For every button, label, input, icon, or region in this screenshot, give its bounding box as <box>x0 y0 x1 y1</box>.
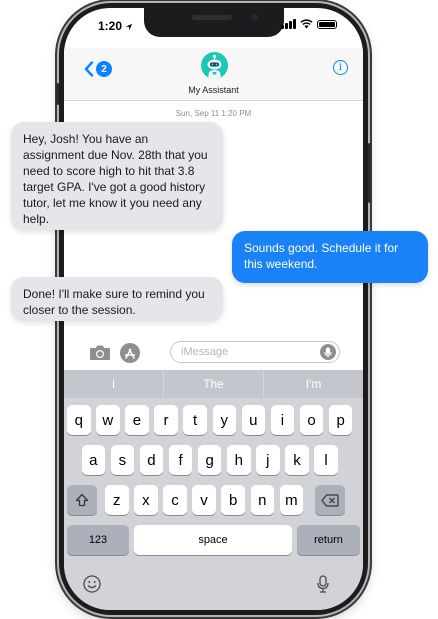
key-b[interactable]: b <box>221 485 245 515</box>
key-s[interactable]: s <box>110 445 135 475</box>
key-z[interactable]: z <box>105 485 129 515</box>
key-k[interactable]: k <box>285 445 309 475</box>
message-input-placeholder: iMessage <box>181 346 229 358</box>
message-bubble-incoming: Done! I'll make sure to remind you close… <box>11 277 223 321</box>
dictation-icon[interactable] <box>317 575 329 593</box>
key-d[interactable]: d <box>139 445 164 475</box>
key-h[interactable]: h <box>227 445 251 475</box>
message-input[interactable]: iMessage <box>170 341 340 363</box>
status-time: 1:20 <box>98 19 133 33</box>
bot-avatar[interactable] <box>201 52 228 79</box>
camera-icon[interactable] <box>89 344 111 361</box>
wifi-icon <box>300 19 313 29</box>
contact-name[interactable]: My Assistant <box>64 85 363 95</box>
battery-icon <box>317 19 337 29</box>
numbers-key[interactable]: 123 <box>67 525 129 555</box>
key-i[interactable]: i <box>270 405 295 435</box>
key-r[interactable]: r <box>154 405 178 435</box>
key-q[interactable]: q <box>67 405 91 435</box>
key-n[interactable]: n <box>250 485 274 515</box>
predictive-bar: I The I'm <box>64 370 363 398</box>
key-l[interactable]: l <box>314 445 338 475</box>
key-f[interactable]: f <box>168 445 193 475</box>
key-a[interactable]: a <box>81 445 105 475</box>
back-chevron-icon <box>84 61 94 77</box>
status-icons <box>281 19 337 29</box>
suggestion-1[interactable]: I <box>64 370 163 398</box>
info-icon[interactable]: i <box>333 60 348 75</box>
signal-icon <box>281 19 296 29</box>
compose-bar: iMessage <box>64 338 363 368</box>
key-m[interactable]: m <box>279 485 304 515</box>
key-p[interactable]: p <box>328 405 353 435</box>
location-arrow-icon <box>126 23 133 31</box>
speaker <box>192 15 232 20</box>
space-key[interactable]: space <box>134 525 292 555</box>
key-v[interactable]: v <box>192 485 216 515</box>
microphone-icon[interactable] <box>320 344 336 360</box>
unread-count-badge: 2 <box>96 61 112 77</box>
key-g[interactable]: g <box>197 445 222 475</box>
status-time-text: 1:20 <box>98 19 123 33</box>
key-c[interactable]: c <box>163 485 187 515</box>
shift-key[interactable] <box>67 485 97 515</box>
keyboard: I The I'm q w e r t y u i o p a s d f g h j k l z x c v b n m 123 s… <box>64 370 363 610</box>
delete-key[interactable] <box>315 485 345 515</box>
key-w[interactable]: w <box>96 405 120 435</box>
app-store-icon[interactable] <box>119 342 141 364</box>
keyboard-bottom-bar <box>64 570 363 598</box>
silent-switch <box>56 83 59 105</box>
robot-icon <box>207 54 222 79</box>
return-key[interactable]: return <box>297 525 360 555</box>
conversation-timestamp: Sun, Sep 11 1:20 PM <box>175 109 252 118</box>
microphone-glyph <box>324 347 332 357</box>
key-x[interactable]: x <box>134 485 158 515</box>
message-bubble-incoming: Hey, Josh! You have an assignment due No… <box>11 122 223 230</box>
key-e[interactable]: e <box>125 405 149 435</box>
notch <box>144 8 284 37</box>
delete-icon <box>321 493 339 507</box>
message-bubble-outgoing: Sounds good. Schedule it for this weeken… <box>232 231 428 283</box>
key-j[interactable]: j <box>256 445 280 475</box>
conversation-header: 2 My Assistant i <box>64 48 363 101</box>
key-u[interactable]: u <box>241 405 266 435</box>
key-o[interactable]: o <box>299 405 324 435</box>
suggestion-3[interactable]: I'm <box>263 370 363 398</box>
key-t[interactable]: t <box>183 405 207 435</box>
shift-icon <box>75 493 89 507</box>
power-button <box>368 143 371 203</box>
emoji-icon[interactable] <box>83 575 101 593</box>
key-y[interactable]: y <box>212 405 236 435</box>
suggestion-2[interactable]: The <box>163 370 263 398</box>
back-button[interactable]: 2 <box>84 61 112 77</box>
front-camera <box>251 14 258 21</box>
